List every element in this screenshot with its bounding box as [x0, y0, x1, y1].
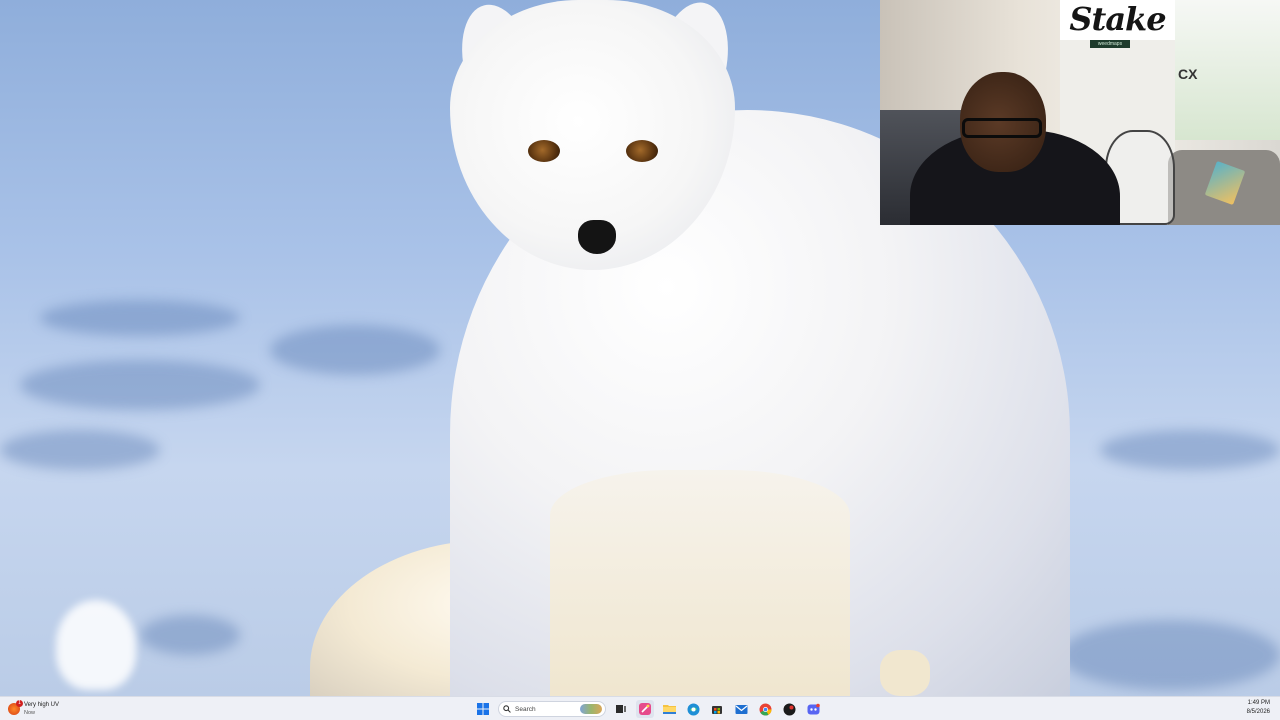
clock-time: 1:49 PM: [1247, 700, 1270, 706]
chrome-icon: [759, 703, 771, 716]
search-box[interactable]: [498, 701, 606, 717]
store-button[interactable]: [708, 700, 726, 718]
file-explorer-button[interactable]: [660, 700, 678, 718]
chrome-button[interactable]: [756, 700, 774, 718]
search-input[interactable]: [515, 705, 575, 713]
edge-button[interactable]: [684, 700, 702, 718]
app-button[interactable]: [780, 700, 798, 718]
file-explorer-icon: [662, 705, 676, 714]
discord-button[interactable]: [804, 700, 822, 718]
taskbar: 1 Very high UV Now Search 1:49 PM 8/5/20…: [0, 696, 1280, 720]
taskbar-center: [474, 698, 822, 720]
system-clock[interactable]: 1:49 PM 8/5/2026: [1247, 699, 1270, 717]
clock-date: 8/5/2026: [1246, 709, 1270, 715]
stake-sign: Stake: [1060, 0, 1175, 40]
mail-button[interactable]: [732, 700, 750, 718]
search-highlight-icon: [580, 704, 602, 714]
start-button[interactable]: [474, 700, 492, 718]
notification-badge: 1: [16, 700, 23, 707]
highlighted-app-button[interactable]: [636, 700, 654, 718]
weather-time: Now: [24, 710, 36, 716]
weather-condition: Very high UV: [24, 702, 60, 708]
weather-widget[interactable]: 1 Very high UV Now: [8, 699, 59, 719]
windows-start-icon: [477, 703, 489, 715]
search-icon: [503, 705, 511, 713]
app-icon: [783, 703, 795, 715]
small-sign: weedmaps: [1090, 40, 1130, 48]
wall-text: CX: [1178, 66, 1198, 82]
mail-icon: [735, 704, 747, 714]
glasses: [962, 118, 1042, 138]
desktop: Stake weedmaps CX 1 Very high UV Now Sea…: [0, 0, 1280, 720]
task-view-button[interactable]: [612, 700, 630, 718]
edge-icon: [687, 703, 699, 715]
store-icon: [712, 706, 722, 714]
discord-icon: [807, 703, 820, 714]
webcam-overlay: Stake weedmaps CX: [880, 0, 1280, 225]
weather-sun-icon: 1: [8, 700, 23, 715]
highlighted-app-icon: [639, 703, 651, 715]
task-view-icon: [616, 705, 626, 713]
